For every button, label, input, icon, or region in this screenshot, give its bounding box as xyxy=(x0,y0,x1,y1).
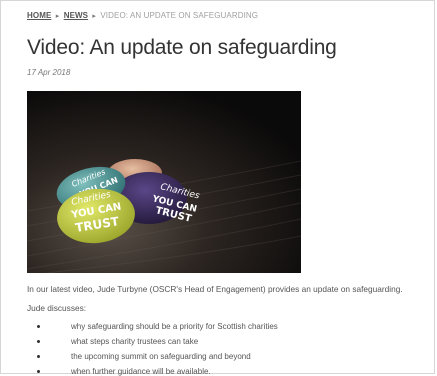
breadcrumb-news-link[interactable]: NEWS xyxy=(64,11,88,20)
list-item-text: the upcoming summit on safeguarding and … xyxy=(71,352,251,361)
article-intro: In our latest video, Jude Turbyne (OSCR'… xyxy=(27,284,403,294)
breadcrumb-current: VIDEO: AN UPDATE ON SAFEGUARDING xyxy=(100,11,259,20)
breadcrumb-separator-icon: ▸ xyxy=(55,13,60,20)
bullet-icon xyxy=(37,325,40,328)
page-title: Video: An update on safeguarding xyxy=(27,36,337,59)
badges-photo: Charities YOU CAN TRUST Charities YOU CA… xyxy=(27,91,301,273)
article-lead: Jude discusses: xyxy=(27,303,87,313)
article-hero-image: Charities YOU CAN TRUST Charities YOU CA… xyxy=(27,91,301,273)
bullet-icon xyxy=(37,355,40,358)
list-item-text: why safeguarding should be a priority fo… xyxy=(71,322,278,331)
breadcrumb-home-link[interactable]: HOME xyxy=(27,11,51,20)
bullet-icon xyxy=(37,370,40,373)
post-date: 17 Apr 2018 xyxy=(27,68,71,77)
bullet-icon xyxy=(37,340,40,343)
breadcrumb: HOME ▸ NEWS ▸ VIDEO: AN UPDATE ON SAFEGU… xyxy=(27,11,258,20)
breadcrumb-separator-icon: ▸ xyxy=(92,13,97,20)
list-item-text: when further guidance will be available. xyxy=(71,367,211,376)
list-item-text: what steps charity trustees can take xyxy=(71,337,199,346)
